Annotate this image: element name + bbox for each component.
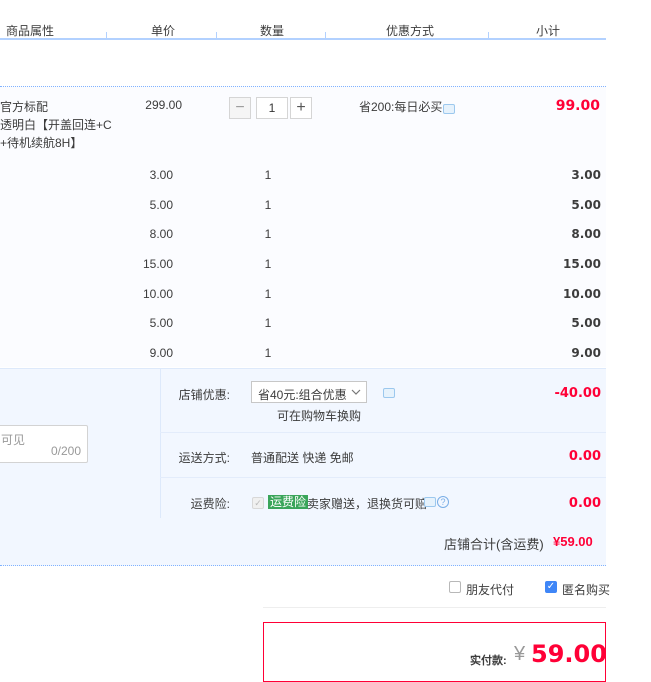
row-divider [160, 477, 606, 478]
extra-item-qty: 1 [264, 168, 272, 182]
item-price: 299.00 [145, 98, 182, 112]
extra-item-price: 9.00 [149, 346, 173, 360]
extra-item-qty: 1 [264, 227, 272, 241]
chevron-down-icon [351, 389, 361, 395]
insurance-tag: 运费险 [268, 495, 309, 509]
extra-item-subtotal: 5.00 [571, 316, 601, 330]
header-attr: 商品属性 [6, 24, 55, 38]
memo-textarea[interactable]: 可见 0/200 [0, 425, 88, 463]
extra-item-qty: 1 [264, 257, 272, 271]
chat-icon[interactable] [443, 104, 455, 114]
shop-section: 可见 0/200 店铺优惠: 省40元:组合优惠 可在购物车换购 -40.00 … [0, 368, 606, 519]
extra-item-subtotal: 3.00 [571, 168, 601, 182]
header-separator [106, 32, 107, 38]
shop-memo-area: 可见 0/200 [0, 369, 161, 519]
extra-item-subtotal: 10.00 [563, 287, 601, 301]
order-items: 官方标配 透明白【开盖回连+C +待机续航8H】 299.00 − 1 + 省2… [0, 86, 606, 367]
insurance-amount: 0.00 [568, 496, 601, 511]
extra-item-price: 15.00 [142, 257, 173, 271]
extra-item-subtotal: 15.00 [563, 257, 601, 271]
header-separator [488, 32, 489, 38]
qty-input[interactable]: 1 [256, 97, 288, 119]
qty-increase-button[interactable]: + [290, 97, 312, 119]
payment-currency: ¥ [514, 643, 526, 665]
discount-select-value: 省40元:组合优惠 [258, 388, 347, 402]
discount-label: 店铺优惠: [178, 388, 230, 402]
item-attr-line: 官方标配 [0, 100, 49, 114]
discount-select[interactable]: 省40元:组合优惠 [251, 381, 367, 403]
extra-item-subtotal: 8.00 [571, 227, 601, 241]
extra-item-price: 8.00 [149, 227, 173, 241]
item-promo: 省200:每日必买 [359, 100, 443, 114]
insurance-label: 运费险: [190, 497, 230, 511]
divider [263, 607, 606, 608]
chat-icon[interactable] [424, 497, 436, 507]
extra-item-qty: 1 [264, 198, 272, 212]
insurance-checkbox[interactable]: ✓ [252, 497, 264, 509]
shop-total-label: 店铺合计(含运费) [444, 537, 544, 552]
delivery-label: 运送方式: [178, 451, 230, 465]
cart-table-header: 商品属性 单价 数量 优惠方式 小计 [0, 18, 606, 40]
item-subtotal: 99.00 [555, 98, 600, 114]
delivery-value: 普通配送 快递 免邮 [251, 451, 354, 465]
extra-item-price: 10.00 [142, 287, 173, 301]
anonymous-label[interactable]: 匿名购买 [562, 581, 610, 598]
memo-counter: 0/200 [50, 444, 81, 458]
discount-note: 可在购物车换购 [277, 409, 362, 423]
payment-summary: 实付款: ¥ 59.00 [263, 622, 607, 682]
help-icon[interactable]: ? [437, 496, 449, 508]
friend-pay-label[interactable]: 朋友代付 [466, 581, 514, 598]
delivery-amount: 0.00 [568, 449, 601, 464]
row-divider [160, 432, 606, 433]
shop-total-value: ¥59.00 [553, 534, 593, 549]
header-separator [325, 32, 326, 38]
anonymous-checkbox[interactable]: ✓ [545, 581, 557, 593]
friend-pay-checkbox[interactable] [449, 581, 461, 593]
extra-item-qty: 1 [264, 316, 272, 330]
header-promo: 优惠方式 [386, 24, 435, 38]
extra-item-price: 5.00 [149, 198, 173, 212]
header-subtotal: 小计 [536, 24, 561, 38]
memo-placeholder: 可见 [1, 433, 26, 447]
qty-decrease-button[interactable]: − [229, 97, 251, 119]
item-attr-line: 透明白【开盖回连+C [0, 118, 112, 132]
chat-icon[interactable] [383, 388, 395, 398]
insurance-text: 卖家赠送，退换货可赔 [307, 497, 428, 511]
header-separator [216, 32, 217, 38]
payment-amount: 59.00 [531, 640, 607, 668]
extra-item-price: 5.00 [149, 316, 173, 330]
header-qty: 数量 [260, 24, 285, 38]
shop-total-row: 店铺合计(含运费) ¥59.00 [0, 518, 606, 566]
extra-item-subtotal: 5.00 [571, 198, 601, 212]
item-attr-line: +待机续航8H】 [0, 136, 83, 150]
payment-label: 实付款: [470, 655, 507, 667]
header-price: 单价 [151, 24, 176, 38]
extra-item-price: 3.00 [149, 168, 173, 182]
extra-item-qty: 1 [264, 346, 272, 360]
discount-amount: -40.00 [554, 386, 601, 401]
extra-item-subtotal: 9.00 [571, 346, 601, 360]
extra-item-qty: 1 [264, 287, 272, 301]
